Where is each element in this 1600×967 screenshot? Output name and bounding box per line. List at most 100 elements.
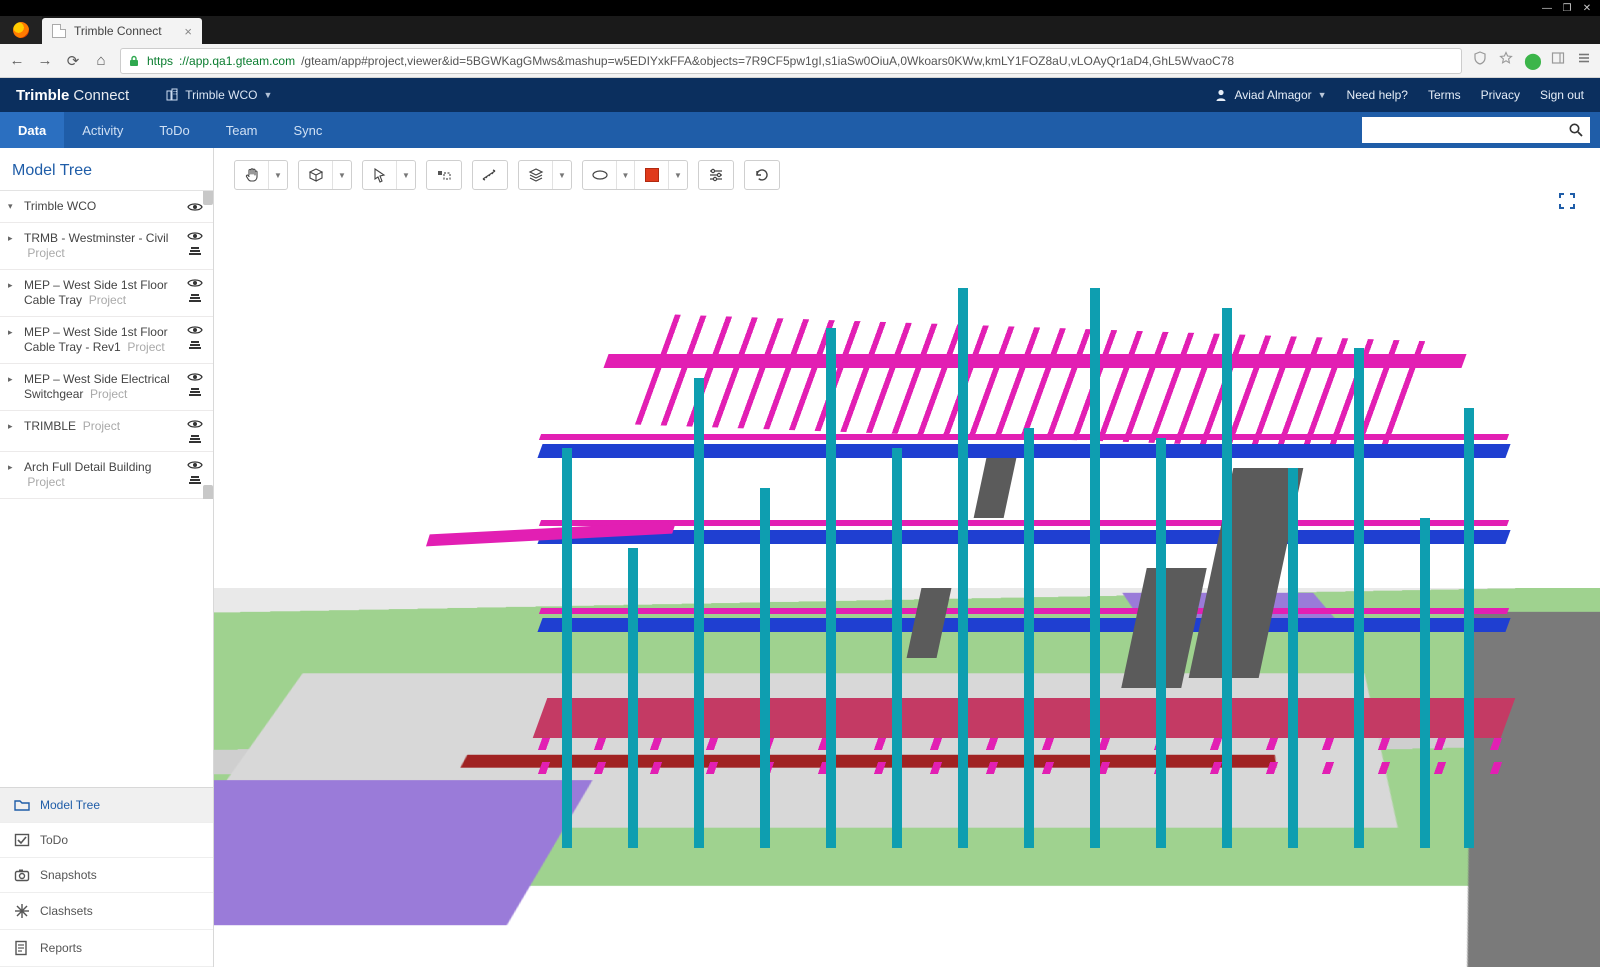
tree-item[interactable]: ▸TRIMBLE Project	[0, 411, 213, 452]
brand[interactable]: Trimble Connect	[16, 87, 129, 104]
search-icon	[1568, 122, 1584, 138]
folder-icon	[14, 798, 30, 812]
layer-toggle[interactable]	[188, 433, 202, 443]
view-cube-dropdown[interactable]: ▼	[333, 161, 351, 189]
need-help-link[interactable]: Need help?	[1347, 88, 1408, 102]
nav-back-icon[interactable]: ←	[8, 52, 26, 69]
nav-forward-icon[interactable]: →	[36, 52, 54, 69]
sidebar-panel-clashsets[interactable]: Clashsets	[0, 893, 213, 930]
visibility-toggle[interactable]	[187, 325, 203, 335]
select-tool[interactable]	[363, 161, 397, 189]
layer-toggle[interactable]	[188, 292, 202, 302]
reset-view[interactable]	[745, 161, 779, 189]
star-icon[interactable]	[1498, 51, 1514, 70]
tree-root-label: Trimble WCO	[24, 199, 181, 214]
3d-canvas[interactable]	[214, 148, 1600, 967]
expand-icon[interactable]: ▸	[8, 419, 18, 443]
hide-tool[interactable]	[427, 161, 461, 189]
visibility-toggle[interactable]	[187, 202, 203, 212]
expand-icon[interactable]: ▸	[8, 460, 18, 490]
tree-root[interactable]: ▾ Trimble WCO	[0, 191, 213, 223]
collapse-icon[interactable]: ▾	[8, 199, 18, 214]
privacy-link[interactable]: Privacy	[1481, 88, 1520, 102]
expand-icon[interactable]: ▸	[8, 231, 18, 261]
signout-link[interactable]: Sign out	[1540, 88, 1584, 102]
user-name: Aviad Almagor	[1234, 88, 1311, 102]
shield-icon[interactable]	[1472, 51, 1488, 70]
tab-data[interactable]: Data	[0, 112, 64, 148]
terms-link[interactable]: Terms	[1428, 88, 1461, 102]
layers-dropdown[interactable]: ▼	[553, 161, 571, 189]
extension-icon[interactable]: ⬤	[1524, 51, 1540, 71]
color-swatch[interactable]	[635, 161, 669, 189]
pan-tool[interactable]	[235, 161, 269, 189]
tree-item-tag: Project	[90, 387, 127, 401]
layer-toggle[interactable]	[188, 339, 202, 349]
nav-home-icon[interactable]: ⌂	[92, 52, 110, 69]
visibility-toggle[interactable]	[187, 372, 203, 382]
tab-todo[interactable]: ToDo	[141, 112, 207, 148]
address-bar[interactable]: https ://app.qa1.gteam.com /gteam/app#pr…	[120, 48, 1462, 74]
settings-tool[interactable]	[699, 161, 733, 189]
expand-icon[interactable]: ▸	[8, 325, 18, 355]
firefox-icon	[13, 22, 29, 38]
tree-item[interactable]: ▸MEP – West Side 1st Floor Cable Tray Pr…	[0, 270, 213, 317]
tree-item-label: MEP – West Side 1st Floor Cable Tray - R…	[24, 325, 181, 355]
layer-toggle[interactable]	[188, 474, 202, 484]
sidebar-panel-todo[interactable]: ToDo	[0, 823, 213, 858]
visibility-toggle[interactable]	[187, 460, 203, 470]
tree-item-tag: Project	[89, 293, 126, 307]
tree-item-label: Arch Full Detail Building Project	[24, 460, 181, 490]
browser-tab[interactable]: Trimble Connect ×	[42, 18, 202, 44]
app-header: Trimble Connect Trimble WCO ▼ Aviad Alma…	[0, 78, 1600, 112]
pan-tool-dropdown[interactable]: ▼	[269, 161, 287, 189]
sub-nav: Data Activity ToDo Team Sync	[0, 112, 1600, 148]
project-selector[interactable]: Trimble WCO ▼	[165, 88, 272, 102]
tree-item[interactable]: ▸MEP – West Side 1st Floor Cable Tray - …	[0, 317, 213, 364]
layer-toggle[interactable]	[188, 245, 202, 255]
hamburger-icon[interactable]	[1576, 51, 1592, 70]
sidebar-panel-reports[interactable]: Reports	[0, 930, 213, 967]
os-maximize[interactable]: ❐	[1560, 2, 1574, 14]
firefox-menu[interactable]	[0, 16, 42, 44]
tab-title: Trimble Connect	[74, 24, 162, 38]
burst-icon	[14, 903, 30, 919]
page-icon	[52, 24, 66, 38]
lock-icon	[127, 54, 141, 68]
header-right: Aviad Almagor ▼ Need help? Terms Privacy…	[1214, 88, 1584, 102]
viewer[interactable]: ▼ ▼ ▼ ▼ ▼ ▼	[214, 148, 1600, 967]
search-input[interactable]	[1362, 117, 1562, 143]
expand-icon[interactable]: ▸	[8, 372, 18, 402]
tree-item[interactable]: ▸Arch Full Detail Building Project	[0, 452, 213, 499]
color-dropdown[interactable]: ▼	[669, 161, 687, 189]
view-cube[interactable]	[299, 161, 333, 189]
fullscreen-button[interactable]	[1558, 192, 1576, 210]
os-close[interactable]: ✕	[1580, 2, 1594, 14]
sidebar-bottom: Model TreeToDoSnapshotsClashsetsReports	[0, 787, 213, 967]
tab-team[interactable]: Team	[208, 112, 276, 148]
tab-close-icon[interactable]: ×	[184, 24, 192, 39]
tab-activity[interactable]: Activity	[64, 112, 141, 148]
tree-item[interactable]: ▸TRMB - Westminster - Civil Project	[0, 223, 213, 270]
nav-reload-icon[interactable]: ⟳	[64, 52, 82, 70]
layers-tool[interactable]	[519, 161, 553, 189]
visibility-toggle[interactable]	[187, 419, 203, 429]
measure-tool[interactable]	[473, 161, 507, 189]
user-menu[interactable]: Aviad Almagor ▼	[1214, 88, 1326, 102]
select-tool-dropdown[interactable]: ▼	[397, 161, 415, 189]
expand-icon[interactable]: ▸	[8, 278, 18, 308]
tree-scroll[interactable]: ▾ Trimble WCO ▸TRMB - Westminster - Civi…	[0, 191, 213, 499]
clip-dropdown[interactable]: ▼	[617, 161, 635, 189]
visibility-toggle[interactable]	[187, 231, 203, 241]
search-button[interactable]	[1562, 117, 1590, 143]
tree-item[interactable]: ▸MEP – West Side Electrical Switchgear P…	[0, 364, 213, 411]
clip-tool[interactable]	[583, 161, 617, 189]
panel-icon[interactable]	[1550, 51, 1566, 70]
tree-item-tag: Project	[127, 340, 164, 354]
visibility-toggle[interactable]	[187, 278, 203, 288]
sidebar-panel-model-tree[interactable]: Model Tree	[0, 788, 213, 823]
layer-toggle[interactable]	[188, 386, 202, 396]
sidebar-panel-snapshots[interactable]: Snapshots	[0, 858, 213, 893]
os-minimize[interactable]: —	[1540, 2, 1554, 14]
tab-sync[interactable]: Sync	[276, 112, 341, 148]
